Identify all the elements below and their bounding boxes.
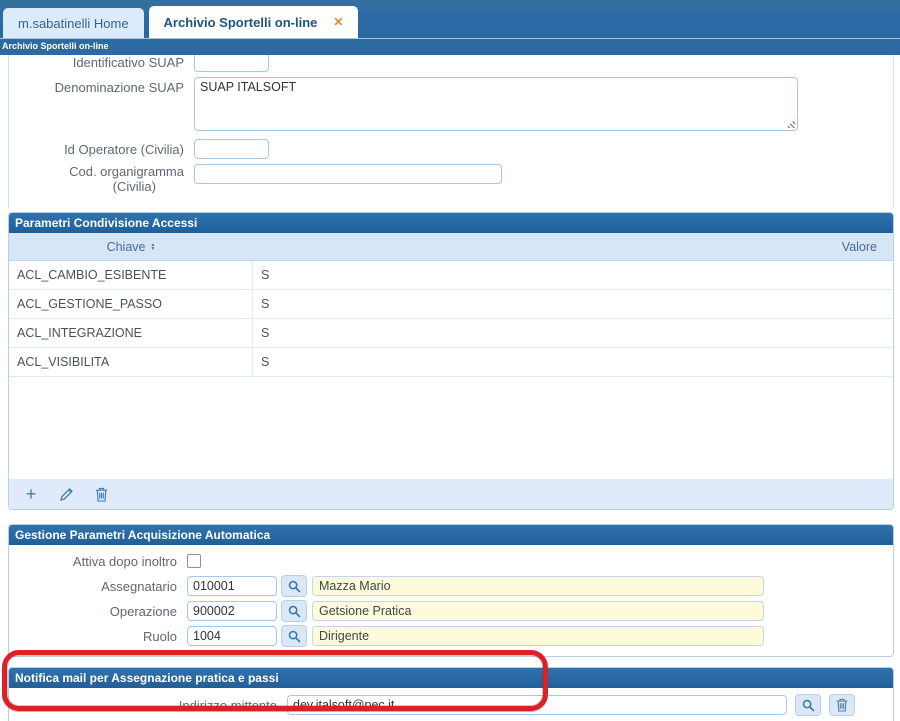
id-operatore-input[interactable] [194, 139, 269, 159]
indirizzo-mittente-input[interactable] [287, 695, 787, 715]
gestione-body: Attiva dopo inoltro Assegnatario Mazza M… [9, 545, 893, 656]
table-row[interactable]: ACL_VISIBILITA S [9, 348, 893, 377]
identificativo-label: Identificativo SUAP [72, 55, 184, 70]
attiva-checkbox[interactable] [187, 554, 201, 568]
plus-icon: + [25, 484, 37, 504]
breadcrumb: Archivio Sportelli on-line [0, 38, 900, 55]
trash-icon [836, 698, 848, 712]
tab-archivio-label: Archivio Sportelli on-line [163, 14, 318, 30]
form-row-id-operatore: Id Operatore (Civilia) [9, 139, 893, 159]
table-row[interactable]: ACL_CAMBIO_ESIBENTE S [9, 261, 893, 290]
operazione-label: Operazione [109, 603, 177, 619]
column-header-valore[interactable]: Valore [253, 240, 893, 254]
section-gestione-title: Gestione Parametri Acquisizione Automati… [9, 525, 893, 545]
trash-icon [95, 487, 107, 502]
delete-button[interactable] [92, 485, 110, 503]
acl-table-header: Chiave ▲ ▼ Valore [9, 233, 893, 261]
section-parametri-condivisione: Parametri Condivisione Accessi Chiave ▲ ▼… [8, 212, 894, 510]
cell-chiave: ACL_GESTIONE_PASSO [9, 290, 253, 318]
pencil-icon [59, 487, 73, 501]
row-ruolo: Ruolo Dirigente [9, 625, 893, 647]
tab-archivio-sportelli[interactable]: Archivio Sportelli on-line ✕ [148, 6, 359, 38]
operazione-code-input[interactable] [187, 601, 277, 621]
identificativo-input[interactable] [194, 55, 269, 72]
cell-valore: S [261, 326, 270, 340]
section-parametri-title: Parametri Condivisione Accessi [9, 213, 893, 233]
search-icon [288, 580, 300, 592]
row-attiva-dopo-inoltro: Attiva dopo inoltro [9, 550, 893, 572]
assegnatario-label: Assegnatario [101, 578, 177, 594]
acl-toolbar: + [9, 479, 893, 509]
section-gestione-parametri: Gestione Parametri Acquisizione Automati… [8, 524, 894, 657]
assegnatario-search-button[interactable] [281, 575, 307, 597]
close-icon[interactable]: ✕ [333, 15, 343, 29]
cell-chiave: ACL_VISIBILITA [9, 348, 253, 376]
row-indirizzo-mittente: Indirizzo mittente [9, 688, 893, 721]
suap-form: Identificativo SUAP Denominazione SUAP S… [8, 55, 894, 208]
cell-chiave: ACL_INTEGRAZIONE [9, 319, 253, 347]
tab-home[interactable]: m.sabatinelli Home [3, 8, 144, 38]
cod-organigramma-label: Cod. organigramma (Civilia) [9, 164, 194, 194]
add-button[interactable]: + [22, 485, 40, 503]
tab-bar: m.sabatinelli Home Archivio Sportelli on… [0, 0, 900, 38]
mittente-delete-button[interactable] [829, 694, 855, 716]
indirizzo-mittente-label: Indirizzo mittente [178, 697, 277, 713]
operazione-description[interactable]: Getsione Pratica [312, 601, 764, 621]
row-operazione: Operazione Getsione Pratica [9, 600, 893, 622]
search-icon [288, 630, 300, 642]
edit-button[interactable] [57, 485, 75, 503]
tab-home-label: m.sabatinelli Home [18, 15, 129, 31]
table-row[interactable]: ACL_GESTIONE_PASSO S [9, 290, 893, 319]
cell-valore: S [261, 297, 270, 311]
cell-valore: S [261, 355, 270, 369]
ruolo-label: Ruolo [143, 628, 177, 644]
attiva-label: Attiva dopo inoltro [72, 553, 177, 569]
mittente-search-button[interactable] [795, 694, 821, 716]
id-operatore-label: Id Operatore (Civilia) [64, 142, 184, 157]
form-row-denominazione: Denominazione SUAP SUAP ITALSOFT [9, 77, 893, 134]
denominazione-textarea[interactable]: SUAP ITALSOFT [194, 77, 798, 131]
table-empty-area [9, 377, 893, 479]
ruolo-search-button[interactable] [281, 625, 307, 647]
form-row-identificativo: Identificativo SUAP [9, 55, 893, 72]
cod-organigramma-label-line1: Cod. organigramma [69, 164, 184, 179]
row-assegnatario: Assegnatario Mazza Mario [9, 575, 893, 597]
section-notifica-title: Notifica mail per Assegnazione pratica e… [9, 668, 893, 688]
cell-valore: S [261, 268, 270, 282]
cod-organigramma-label-line2: (Civilia) [112, 179, 156, 194]
app-window: m.sabatinelli Home Archivio Sportelli on… [0, 0, 900, 721]
assegnatario-code-input[interactable] [187, 576, 277, 596]
cell-chiave: ACL_CAMBIO_ESIBENTE [9, 261, 253, 289]
column-header-chiave[interactable]: Chiave ▲ ▼ [9, 240, 253, 254]
search-icon [288, 605, 300, 617]
ruolo-description[interactable]: Dirigente [312, 626, 764, 646]
cod-organigramma-input[interactable] [194, 164, 502, 184]
assegnatario-description[interactable]: Mazza Mario [312, 576, 764, 596]
table-row[interactable]: ACL_INTEGRAZIONE S [9, 319, 893, 348]
operazione-search-button[interactable] [281, 600, 307, 622]
search-icon [802, 699, 814, 711]
form-row-cod-organigramma: Cod. organigramma (Civilia) [9, 164, 893, 194]
ruolo-code-input[interactable] [187, 626, 277, 646]
section-notifica-mail: Notifica mail per Assegnazione pratica e… [8, 667, 894, 721]
sort-icon[interactable]: ▲ ▼ [150, 242, 155, 251]
main-content: Identificativo SUAP Denominazione SUAP S… [0, 55, 900, 721]
denominazione-label: Denominazione SUAP [54, 80, 184, 95]
